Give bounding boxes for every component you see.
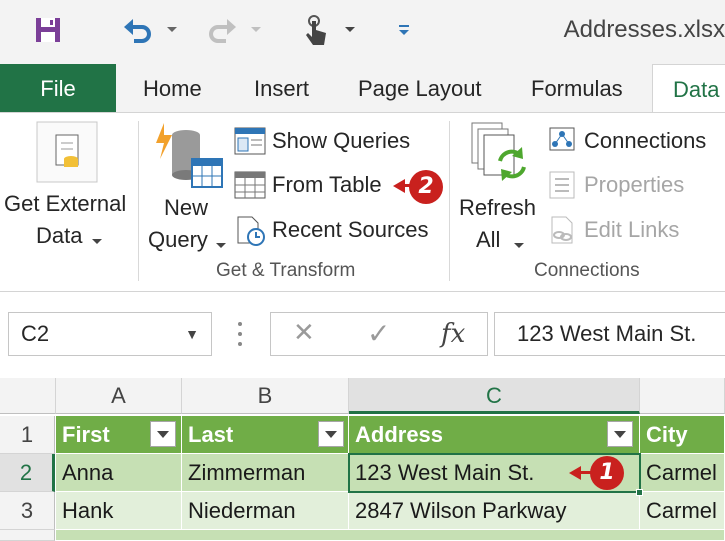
row-header-4[interactable] xyxy=(0,530,55,541)
edit-links-label: Edit Links xyxy=(584,217,680,242)
ribbon-data: Get External Data New Query Show Queries… xyxy=(0,112,725,292)
refresh-all-button[interactable]: Refresh All xyxy=(454,113,542,258)
chevron-down-icon xyxy=(92,232,102,250)
edit-links-icon xyxy=(546,215,578,252)
table-cell[interactable]: Carmel xyxy=(640,492,725,530)
connections-label: Connections xyxy=(584,128,707,153)
row-header-2[interactable]: 2 xyxy=(0,454,55,492)
enter-icon[interactable]: ✓ xyxy=(367,317,390,350)
redo-icon[interactable] xyxy=(202,10,242,50)
properties-button[interactable]: Properties xyxy=(546,169,725,203)
new-query-label-2: Query xyxy=(148,227,208,252)
chevron-down-icon xyxy=(514,236,524,254)
formula-buttons: ✕ ✓ fx xyxy=(270,312,488,356)
formula-bar: C2 ▼ ✕ ✓ fx 123 West Main St. xyxy=(0,292,725,378)
table-header-cell[interactable]: First xyxy=(56,416,182,454)
new-query-button[interactable]: New Query xyxy=(142,113,228,258)
edit-links-button[interactable]: Edit Links xyxy=(546,214,725,248)
table-row-partial[interactable] xyxy=(56,530,725,541)
get-external-data-button[interactable]: Get External Data xyxy=(0,113,138,253)
column-header-a[interactable]: A xyxy=(56,378,182,414)
from-table-label: From Table xyxy=(272,172,382,197)
chevron-down-icon xyxy=(216,236,226,254)
filter-dropdown-icon[interactable] xyxy=(150,421,176,447)
header-first: First xyxy=(62,422,110,447)
callout-1-badge: 1 xyxy=(590,456,624,490)
header-address: Address xyxy=(355,422,444,447)
show-queries-label: Show Queries xyxy=(272,128,411,153)
undo-icon[interactable] xyxy=(118,10,158,50)
column-header-d[interactable] xyxy=(640,378,725,414)
name-box[interactable]: C2 ▼ xyxy=(8,312,212,356)
cancel-icon[interactable]: ✕ xyxy=(293,317,315,348)
table-header-cell[interactable]: Address xyxy=(349,416,640,454)
save-icon[interactable] xyxy=(28,10,68,50)
tab-data[interactable]: Data xyxy=(652,64,725,114)
undo-dropdown-icon[interactable] xyxy=(162,10,182,50)
title-bar: Addresses.xlsx xyxy=(0,0,725,64)
table-header-cell[interactable]: Last xyxy=(182,416,349,454)
tab-file[interactable]: File xyxy=(0,64,116,113)
table-cell[interactable]: Zimmerman xyxy=(182,454,349,492)
formula-bar-grip-icon xyxy=(238,320,242,348)
tab-formulas[interactable]: Formulas xyxy=(531,64,623,113)
column-header-c[interactable]: C xyxy=(349,378,640,414)
name-box-value: C2 xyxy=(21,321,50,346)
recent-sources-icon xyxy=(234,215,266,252)
insert-function-button[interactable]: fx xyxy=(441,319,465,349)
row-header-3[interactable]: 3 xyxy=(0,492,55,530)
tab-page-layout[interactable]: Page Layout xyxy=(358,64,482,113)
properties-icon xyxy=(546,170,578,205)
tab-insert[interactable]: Insert xyxy=(254,64,309,113)
get-external-data-icon xyxy=(36,121,98,188)
table-header-cell[interactable]: City xyxy=(640,416,725,454)
ribbon-tabs: File Home Insert Page Layout Formulas Da… xyxy=(0,64,725,114)
from-table-button[interactable]: From Table xyxy=(234,169,394,203)
refresh-all-label-2: All xyxy=(476,227,501,252)
refresh-all-label: Refresh xyxy=(459,195,537,220)
get-external-data-label-2: Data xyxy=(36,223,83,248)
group-separator xyxy=(138,121,139,281)
filter-dropdown-icon[interactable] xyxy=(318,421,344,447)
touch-mode-icon[interactable] xyxy=(296,10,336,50)
callout-2-badge: 2 xyxy=(409,170,443,204)
document-title: Addresses.xlsx xyxy=(563,16,725,43)
group-separator xyxy=(449,121,450,281)
customize-qat-icon[interactable] xyxy=(394,10,414,50)
filter-dropdown-icon[interactable] xyxy=(607,421,633,447)
new-query-icon xyxy=(152,121,224,196)
recent-sources-label: Recent Sources xyxy=(272,217,429,242)
formula-input[interactable]: 123 West Main St. xyxy=(494,312,725,356)
chevron-down-icon[interactable]: ▼ xyxy=(185,313,199,355)
fill-handle[interactable] xyxy=(636,489,643,496)
connections-button[interactable]: Connections xyxy=(546,125,725,159)
from-table-icon xyxy=(234,170,266,205)
group-label-connections: Connections xyxy=(534,260,640,281)
properties-label: Properties xyxy=(584,172,685,197)
select-all-corner[interactable] xyxy=(0,378,56,414)
touch-dropdown-icon[interactable] xyxy=(340,10,360,50)
row-header-1[interactable]: 1 xyxy=(0,416,55,454)
refresh-all-icon xyxy=(470,121,530,192)
table-cell[interactable]: Niederman xyxy=(182,492,349,530)
worksheet-grid: A B C 1 2 3 First Last Address City Anna… xyxy=(0,378,725,541)
table-cell[interactable]: 2847 Wilson Parkway xyxy=(349,492,640,530)
connections-icon xyxy=(546,126,578,161)
show-queries-button[interactable]: Show Queries xyxy=(234,125,434,159)
table-cell[interactable]: Hank xyxy=(56,492,182,530)
show-queries-icon xyxy=(234,126,266,161)
column-header-b[interactable]: B xyxy=(182,378,349,414)
redo-dropdown-icon[interactable] xyxy=(246,10,266,50)
get-external-data-label: Get External xyxy=(4,191,127,216)
recent-sources-button[interactable]: Recent Sources xyxy=(234,214,444,248)
header-city: City xyxy=(646,422,688,447)
table-cell[interactable]: Anna xyxy=(56,454,182,492)
table-cell[interactable]: Carmel xyxy=(640,454,725,492)
header-last: Last xyxy=(188,422,234,447)
new-query-label: New xyxy=(164,195,209,220)
group-label-get-transform: Get & Transform xyxy=(216,260,356,281)
tab-home[interactable]: Home xyxy=(143,64,202,113)
